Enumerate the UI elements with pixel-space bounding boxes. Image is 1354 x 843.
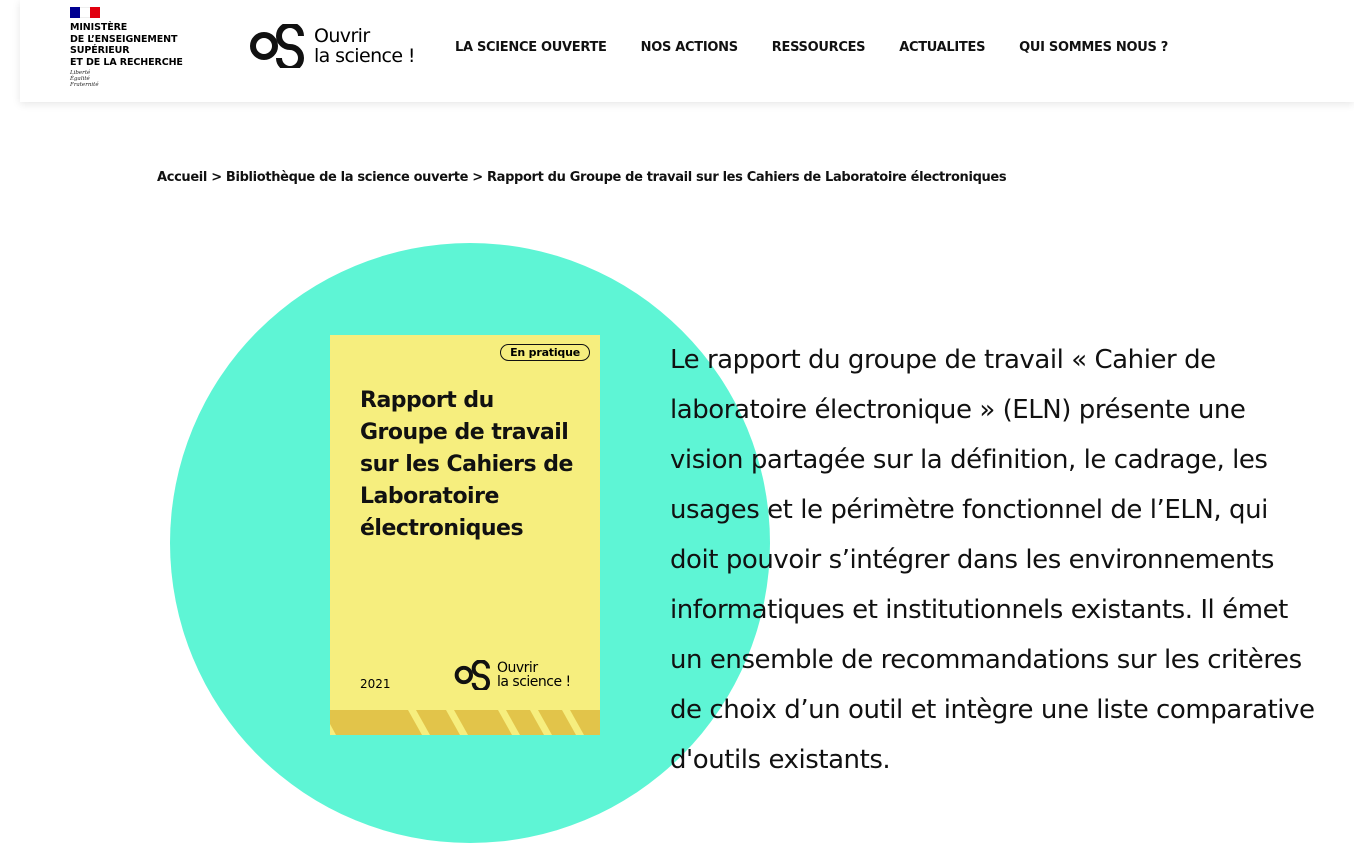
logo-line: la science ! xyxy=(314,45,416,67)
breadcrumb-link-library[interactable]: Bibliothèque de la science ouverte xyxy=(226,170,469,185)
nav-item-la-science-ouverte[interactable]: LA SCIENCE OUVERTE xyxy=(455,40,607,55)
breadcrumb-separator: > xyxy=(211,170,226,185)
ouvrir-la-science-logo[interactable]: Ouvrir la science ! xyxy=(249,24,416,68)
ministry-logo[interactable]: MINISTÈRE DE L’ENSEIGNEMENT SUPÉRIEUR ET… xyxy=(70,7,200,88)
breadcrumb-link-home[interactable]: Accueil xyxy=(157,170,207,185)
cover-title: Rapport du Groupe de travail sur les Cah… xyxy=(360,385,585,545)
nav-item-nos-actions[interactable]: NOS ACTIONS xyxy=(641,40,738,55)
en-pratique-badge: En pratique xyxy=(500,344,590,361)
breadcrumb: Accueil > Bibliothèque de la science ouv… xyxy=(157,170,1007,185)
cover-title-line: Groupe de travail xyxy=(360,420,569,445)
logo-line: Ouvrir xyxy=(497,660,538,676)
ministry-name: MINISTÈRE DE L’ENSEIGNEMENT SUPÉRIEUR ET… xyxy=(70,22,200,68)
ministry-line: DE L’ENSEIGNEMENT xyxy=(70,33,178,45)
cover-year: 2021 xyxy=(360,677,391,691)
cover-logo-text: Ouvrir la science ! xyxy=(497,661,571,689)
nav-item-ressources[interactable]: RESSOURCES xyxy=(772,40,866,55)
logo-text: Ouvrir la science ! xyxy=(314,25,416,67)
os-logo-icon xyxy=(250,24,304,68)
french-flag-icon xyxy=(70,7,100,18)
logo-line: Ouvrir xyxy=(314,25,370,47)
motto-line: Fraternité xyxy=(70,82,99,88)
main-nav: LA SCIENCE OUVERTE NOS ACTIONS RESSOURCE… xyxy=(455,40,1202,55)
cover-title-line: sur les Cahiers de xyxy=(360,452,573,477)
ministry-motto: Liberté Égalité Fraternité xyxy=(70,70,200,88)
ministry-line: ET DE LA RECHERCHE xyxy=(70,56,183,68)
report-description: Le rapport du groupe de travail « Cahier… xyxy=(670,345,1315,775)
cover-title-line: Rapport du xyxy=(360,388,494,413)
ministry-line: MINISTÈRE xyxy=(70,22,128,33)
report-cover-image: En pratique Rapport du Groupe de travail… xyxy=(330,335,600,735)
nav-item-qui-sommes-nous[interactable]: QUI SOMMES NOUS ? xyxy=(1019,40,1168,55)
cover-title-line: électroniques xyxy=(360,516,524,541)
cover-stripe-band xyxy=(330,710,600,735)
cover-title-line: Laboratoire xyxy=(360,484,499,509)
ministry-line: SUPÉRIEUR xyxy=(70,45,130,56)
breadcrumb-separator: > xyxy=(472,170,487,185)
site-header: MINISTÈRE DE L’ENSEIGNEMENT SUPÉRIEUR ET… xyxy=(20,0,1354,102)
nav-item-actualites[interactable]: ACTUALITES xyxy=(899,40,985,55)
logo-line: la science ! xyxy=(497,674,571,690)
cover-os-logo: Ouvrir la science ! xyxy=(454,660,571,690)
breadcrumb-current: Rapport du Groupe de travail sur les Cah… xyxy=(486,170,1007,185)
os-logo-icon xyxy=(454,660,491,690)
